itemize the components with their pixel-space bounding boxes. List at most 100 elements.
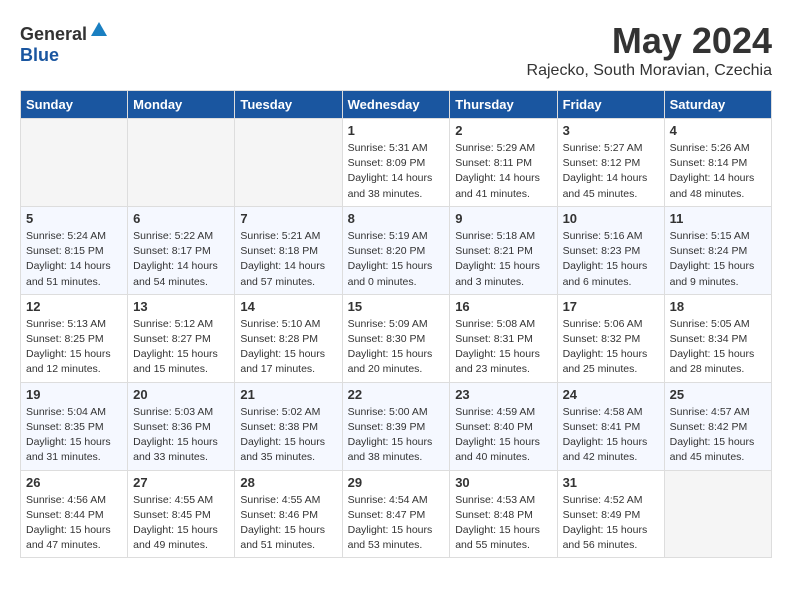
- weekday-header-thursday: Thursday: [450, 91, 557, 119]
- calendar-cell: 27Sunrise: 4:55 AM Sunset: 8:45 PM Dayli…: [128, 470, 235, 558]
- day-info: Sunrise: 5:03 AM Sunset: 8:36 PM Dayligh…: [133, 405, 229, 466]
- weekday-header-monday: Monday: [128, 91, 235, 119]
- day-info: Sunrise: 4:58 AM Sunset: 8:41 PM Dayligh…: [563, 405, 659, 466]
- logo-blue-text: Blue: [20, 45, 59, 65]
- day-number: 17: [563, 299, 659, 314]
- calendar-cell: 3Sunrise: 5:27 AM Sunset: 8:12 PM Daylig…: [557, 119, 664, 207]
- day-info: Sunrise: 5:02 AM Sunset: 8:38 PM Dayligh…: [240, 405, 336, 466]
- calendar-cell: 2Sunrise: 5:29 AM Sunset: 8:11 PM Daylig…: [450, 119, 557, 207]
- weekday-header-saturday: Saturday: [664, 91, 771, 119]
- day-info: Sunrise: 5:29 AM Sunset: 8:11 PM Dayligh…: [455, 141, 551, 202]
- day-number: 7: [240, 211, 336, 226]
- day-info: Sunrise: 5:04 AM Sunset: 8:35 PM Dayligh…: [26, 405, 122, 466]
- calendar-cell: 9Sunrise: 5:18 AM Sunset: 8:21 PM Daylig…: [450, 206, 557, 294]
- day-info: Sunrise: 5:22 AM Sunset: 8:17 PM Dayligh…: [133, 229, 229, 290]
- day-info: Sunrise: 4:59 AM Sunset: 8:40 PM Dayligh…: [455, 405, 551, 466]
- calendar-week-3: 12Sunrise: 5:13 AM Sunset: 8:25 PM Dayli…: [21, 294, 772, 382]
- calendar-cell: 26 Sunrise: 4:56 AM Sunset: 8:44 PM Dayli…: [21, 470, 128, 558]
- weekday-header-friday: Friday: [557, 91, 664, 119]
- page-header: General Blue May 2024 Rajecko, South Mor…: [20, 20, 772, 80]
- calendar-cell: 4 Sunrise: 5:26 AM Sunset: 8:14 PM Daylig…: [664, 119, 771, 207]
- day-info: Sunrise: 5:08 AM Sunset: 8:31 PM Dayligh…: [455, 317, 551, 378]
- day-number: 3: [563, 123, 659, 138]
- weekday-header-row: SundayMondayTuesdayWednesdayThursdayFrid…: [21, 91, 772, 119]
- day-number: 5: [26, 211, 122, 226]
- calendar-week-4: 19 Sunrise: 5:04 AM Sunset: 8:35 PM Dayli…: [21, 382, 772, 470]
- day-number: 6: [133, 211, 229, 226]
- day-info: Sunrise: 5:10 AM Sunset: 8:28 PM Dayligh…: [240, 317, 336, 378]
- calendar-table: SundayMondayTuesdayWednesdayThursdayFrid…: [20, 90, 772, 558]
- logo: General Blue: [20, 20, 109, 66]
- calendar-week-5: 26 Sunrise: 4:56 AM Sunset: 8:44 PM Dayli…: [21, 470, 772, 558]
- day-info: Sunrise: 5:05 AM Sunset: 8:34 PM Dayligh…: [670, 317, 766, 378]
- day-number: 11: [670, 211, 766, 226]
- day-number: 21: [240, 387, 336, 402]
- day-number: 13: [133, 299, 229, 314]
- day-number: 31: [563, 475, 659, 490]
- weekday-header-tuesday: Tuesday: [235, 91, 342, 119]
- day-info: Sunrise: 4:57 AM Sunset: 8:42 PM Dayligh…: [670, 405, 766, 466]
- day-number: 25: [670, 387, 766, 402]
- day-number: 23: [455, 387, 551, 402]
- calendar-cell: 30 Sunrise: 4:53 AM Sunset: 8:48 PM Dayli…: [450, 470, 557, 558]
- calendar-cell: 20 Sunrise: 5:03 AM Sunset: 8:36 PM Dayli…: [128, 382, 235, 470]
- calendar-week-1: 1 Sunrise: 5:31 AM Sunset: 8:09 PM Daylig…: [21, 119, 772, 207]
- day-number: 14: [240, 299, 336, 314]
- day-info: Sunrise: 5:00 AM Sunset: 8:39 PM Dayligh…: [348, 405, 445, 466]
- day-number: 4: [670, 123, 766, 138]
- day-number: 9: [455, 211, 551, 226]
- calendar-cell: 19 Sunrise: 5:04 AM Sunset: 8:35 PM Dayli…: [21, 382, 128, 470]
- day-info: Sunrise: 5:12 AM Sunset: 8:27 PM Dayligh…: [133, 317, 229, 378]
- calendar-cell: 12Sunrise: 5:13 AM Sunset: 8:25 PM Dayli…: [21, 294, 128, 382]
- calendar-cell: 10Sunrise: 5:16 AM Sunset: 8:23 PM Dayli…: [557, 206, 664, 294]
- calendar-body: 1 Sunrise: 5:31 AM Sunset: 8:09 PM Daylig…: [21, 119, 772, 558]
- day-info: Sunrise: 5:16 AM Sunset: 8:23 PM Dayligh…: [563, 229, 659, 290]
- calendar-cell: [235, 119, 342, 207]
- logo-general-text: General: [20, 24, 87, 44]
- calendar-cell: 28Sunrise: 4:55 AM Sunset: 8:46 PM Dayli…: [235, 470, 342, 558]
- logo-icon: [89, 20, 109, 40]
- calendar-cell: 22 Sunrise: 5:00 AM Sunset: 8:39 PM Dayli…: [342, 382, 450, 470]
- day-number: 27: [133, 475, 229, 490]
- calendar-cell: 14 Sunrise: 5:10 AM Sunset: 8:28 PM Dayli…: [235, 294, 342, 382]
- day-number: 22: [348, 387, 445, 402]
- calendar-cell: 11 Sunrise: 5:15 AM Sunset: 8:24 PM Dayli…: [664, 206, 771, 294]
- day-number: 15: [348, 299, 445, 314]
- day-info: Sunrise: 5:26 AM Sunset: 8:14 PM Dayligh…: [670, 141, 766, 202]
- calendar-week-2: 5Sunrise: 5:24 AM Sunset: 8:15 PM Daylig…: [21, 206, 772, 294]
- calendar-cell: 1 Sunrise: 5:31 AM Sunset: 8:09 PM Daylig…: [342, 119, 450, 207]
- day-info: Sunrise: 5:15 AM Sunset: 8:24 PM Dayligh…: [670, 229, 766, 290]
- weekday-header-sunday: Sunday: [21, 91, 128, 119]
- day-info: Sunrise: 5:13 AM Sunset: 8:25 PM Dayligh…: [26, 317, 122, 378]
- day-number: 26: [26, 475, 122, 490]
- day-info: Sunrise: 4:54 AM Sunset: 8:47 PM Dayligh…: [348, 493, 445, 554]
- day-number: 30: [455, 475, 551, 490]
- month-title: May 2024: [527, 20, 772, 62]
- day-number: 19: [26, 387, 122, 402]
- day-info: Sunrise: 5:09 AM Sunset: 8:30 PM Dayligh…: [348, 317, 445, 378]
- calendar-cell: 17 Sunrise: 5:06 AM Sunset: 8:32 PM Dayli…: [557, 294, 664, 382]
- calendar-cell: 21 Sunrise: 5:02 AM Sunset: 8:38 PM Dayli…: [235, 382, 342, 470]
- calendar-cell: 31Sunrise: 4:52 AM Sunset: 8:49 PM Dayli…: [557, 470, 664, 558]
- day-info: Sunrise: 5:19 AM Sunset: 8:20 PM Dayligh…: [348, 229, 445, 290]
- calendar-cell: 8 Sunrise: 5:19 AM Sunset: 8:20 PM Daylig…: [342, 206, 450, 294]
- day-info: Sunrise: 5:21 AM Sunset: 8:18 PM Dayligh…: [240, 229, 336, 290]
- day-number: 28: [240, 475, 336, 490]
- calendar-cell: [21, 119, 128, 207]
- day-number: 18: [670, 299, 766, 314]
- calendar-cell: 13 Sunrise: 5:12 AM Sunset: 8:27 PM Dayli…: [128, 294, 235, 382]
- day-number: 20: [133, 387, 229, 402]
- calendar-cell: 15 Sunrise: 5:09 AM Sunset: 8:30 PM Dayli…: [342, 294, 450, 382]
- day-number: 8: [348, 211, 445, 226]
- weekday-header-wednesday: Wednesday: [342, 91, 450, 119]
- calendar-cell: [664, 470, 771, 558]
- day-info: Sunrise: 4:53 AM Sunset: 8:48 PM Dayligh…: [455, 493, 551, 554]
- day-info: Sunrise: 4:56 AM Sunset: 8:44 PM Dayligh…: [26, 493, 122, 554]
- day-number: 1: [348, 123, 445, 138]
- calendar-cell: 7 Sunrise: 5:21 AM Sunset: 8:18 PM Daylig…: [235, 206, 342, 294]
- calendar-cell: 6 Sunrise: 5:22 AM Sunset: 8:17 PM Daylig…: [128, 206, 235, 294]
- calendar-cell: 25 Sunrise: 4:57 AM Sunset: 8:42 PM Dayli…: [664, 382, 771, 470]
- day-number: 29: [348, 475, 445, 490]
- day-info: Sunrise: 5:31 AM Sunset: 8:09 PM Dayligh…: [348, 141, 445, 202]
- day-info: Sunrise: 5:06 AM Sunset: 8:32 PM Dayligh…: [563, 317, 659, 378]
